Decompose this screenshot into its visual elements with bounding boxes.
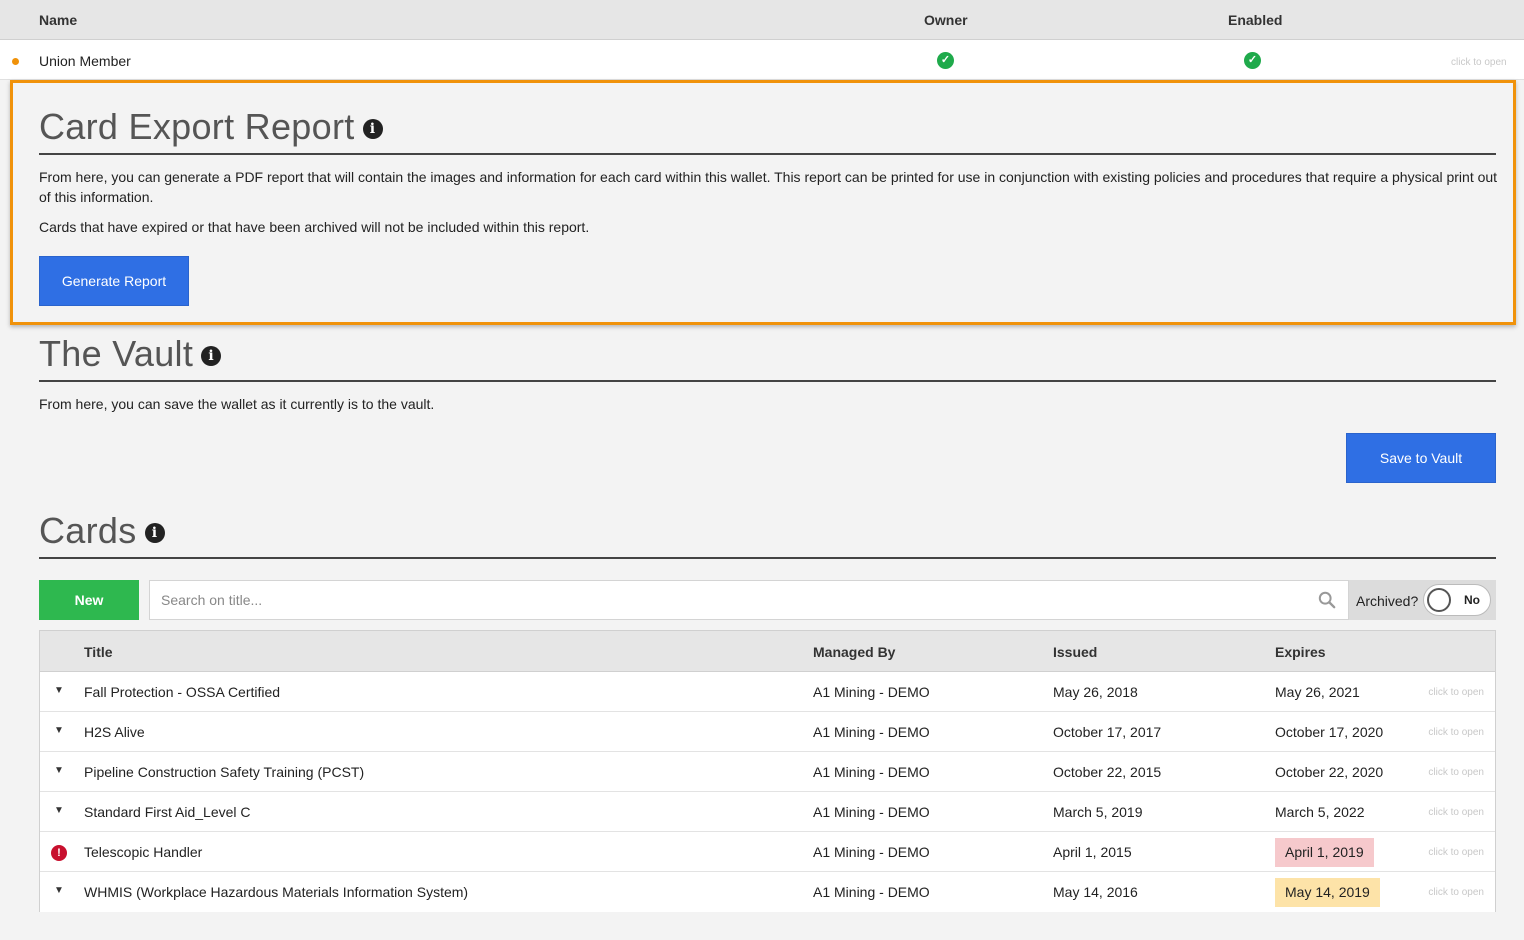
table-row[interactable]: ! Telescopic Handler A1 Mining - DEMO Ap…	[40, 832, 1495, 872]
card-managed-by: A1 Mining - DEMO	[813, 844, 930, 860]
card-issued: May 26, 2018	[1053, 684, 1138, 700]
search-icon[interactable]	[1318, 591, 1336, 609]
roles-table-header: Name Owner Enabled	[0, 0, 1524, 40]
table-row[interactable]: ▼ Fall Protection - OSSA Certified A1 Mi…	[40, 672, 1495, 712]
divider	[39, 557, 1496, 559]
table-row[interactable]: ▼ Standard First Aid_Level C A1 Mining -…	[40, 792, 1495, 832]
export-title: Card Export Report i	[39, 106, 383, 148]
card-managed-by: A1 Mining - DEMO	[813, 684, 930, 700]
card-expires: March 5, 2022	[1275, 804, 1365, 820]
owner-check-icon: ✓	[937, 52, 954, 69]
search-input[interactable]	[150, 581, 1300, 619]
click-to-open-hint: click to open	[1428, 847, 1484, 858]
card-title: WHMIS (Workplace Hazardous Materials Inf…	[84, 884, 469, 900]
card-title: Pipeline Construction Safety Training (P…	[84, 764, 365, 780]
card-issued: March 5, 2019	[1053, 804, 1143, 820]
click-to-open-hint: click to open	[1428, 807, 1484, 818]
cards-table: Title Managed By Issued Expires ▼ Fall P…	[39, 630, 1496, 912]
card-issued: October 17, 2017	[1053, 724, 1162, 740]
new-card-button[interactable]: New	[39, 580, 139, 620]
archived-filter: Archived? No	[1349, 580, 1496, 620]
status-dot-icon	[12, 58, 19, 65]
expand-arrow-icon[interactable]: ▼	[54, 885, 64, 896]
expand-arrow-icon[interactable]: ▼	[54, 725, 64, 736]
divider	[39, 380, 1496, 382]
divider	[39, 153, 1496, 155]
expand-arrow-icon[interactable]: ▼	[54, 685, 64, 696]
table-row[interactable]: ▼ WHMIS (Workplace Hazardous Materials I…	[40, 872, 1495, 912]
card-title: Telescopic Handler	[84, 844, 203, 860]
expiring-date-badge: May 14, 2019	[1275, 878, 1380, 907]
column-header-issued[interactable]: Issued	[1053, 644, 1097, 660]
vault-title: The Vault i	[39, 333, 222, 375]
card-managed-by: A1 Mining - DEMO	[813, 804, 930, 820]
card-managed-by: A1 Mining - DEMO	[813, 724, 930, 740]
info-icon[interactable]: i	[201, 346, 222, 366]
vault-description: From here, you can save the wallet as it…	[39, 396, 435, 412]
expand-arrow-icon[interactable]: ▼	[54, 765, 64, 776]
role-row[interactable]: Union Member ✓ ✓ click to open	[0, 40, 1524, 80]
search-bar	[149, 580, 1349, 620]
table-row[interactable]: ▼ H2S Alive A1 Mining - DEMO October 17,…	[40, 712, 1495, 752]
toggle-knob	[1427, 588, 1451, 612]
column-header-title[interactable]: Title	[84, 644, 113, 660]
column-header-name: Name	[39, 12, 78, 28]
alert-icon: !	[51, 845, 67, 861]
card-issued: October 22, 2015	[1053, 764, 1162, 780]
card-title: Fall Protection - OSSA Certified	[84, 684, 281, 700]
click-to-open-hint: click to open	[1428, 887, 1484, 898]
export-note: Cards that have expired or that have bee…	[39, 219, 590, 235]
export-description: From here, you can generate a PDF report…	[39, 169, 1498, 205]
cards-title: Cards i	[39, 510, 165, 552]
archived-label: Archived?	[1356, 593, 1419, 609]
card-issued: April 1, 2015	[1053, 844, 1132, 860]
card-title: H2S Alive	[84, 724, 145, 740]
info-icon[interactable]: i	[362, 119, 383, 139]
save-to-vault-button[interactable]: Save to Vault	[1346, 433, 1496, 483]
card-title: Standard First Aid_Level C	[84, 804, 251, 820]
card-expires: October 22, 2020	[1275, 764, 1384, 780]
expired-date-badge: April 1, 2019	[1275, 838, 1374, 867]
role-name: Union Member	[39, 53, 131, 69]
archived-toggle[interactable]: No	[1423, 584, 1491, 616]
card-expires: May 26, 2021	[1275, 684, 1360, 700]
table-row[interactable]: ▼ Pipeline Construction Safety Training …	[40, 752, 1495, 792]
card-issued: May 14, 2016	[1053, 884, 1138, 900]
column-header-managed-by[interactable]: Managed By	[813, 644, 895, 660]
generate-report-button[interactable]: Generate Report	[39, 256, 189, 306]
card-expires: October 17, 2020	[1275, 724, 1384, 740]
archived-toggle-value: No	[1464, 593, 1480, 607]
cards-table-header: Title Managed By Issued Expires	[40, 631, 1495, 672]
click-to-open-hint: click to open	[1428, 767, 1484, 778]
click-to-open-hint: click to open	[1451, 57, 1507, 68]
click-to-open-hint: click to open	[1428, 727, 1484, 738]
enabled-check-icon: ✓	[1244, 52, 1261, 69]
click-to-open-hint: click to open	[1428, 687, 1484, 698]
column-header-expires[interactable]: Expires	[1275, 644, 1326, 660]
expand-arrow-icon[interactable]: ▼	[54, 805, 64, 816]
column-header-owner: Owner	[924, 12, 968, 28]
card-managed-by: A1 Mining - DEMO	[813, 764, 930, 780]
info-icon[interactable]: i	[144, 523, 165, 543]
card-managed-by: A1 Mining - DEMO	[813, 884, 930, 900]
column-header-enabled: Enabled	[1228, 12, 1283, 28]
